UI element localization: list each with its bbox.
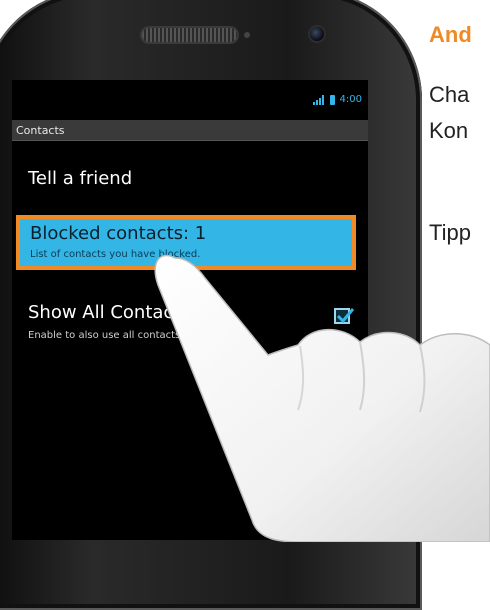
menu-item-subtitle: Enable to also use all contacts bbox=[28, 330, 181, 341]
status-bar: 4:00 bbox=[12, 80, 368, 120]
checkbox-checked-icon bbox=[336, 308, 355, 324]
proximity-sensor bbox=[244, 32, 250, 38]
menu-item-subtitle: List of contacts you have blocked. bbox=[30, 249, 201, 260]
front-camera bbox=[310, 27, 324, 41]
menu-item-title: Tell a friend bbox=[28, 168, 133, 189]
signal-icon bbox=[312, 94, 325, 105]
menu-item-title: Blocked contacts: 1 bbox=[30, 223, 207, 244]
instruction-line-2: Kon bbox=[429, 118, 469, 143]
status-time: 4:00 bbox=[339, 94, 362, 105]
action-bar: Contacts bbox=[12, 120, 368, 141]
menu-item-tell-a-friend[interactable]: Tell a friend bbox=[12, 164, 368, 204]
phone-screen: 4:00 Contacts Tell a friend Blocked cont… bbox=[12, 80, 368, 540]
menu-item-blocked-contacts[interactable]: Blocked contacts: 1 List of contacts you… bbox=[16, 215, 356, 270]
instruction-text-panel: And Cha Kon Tipp bbox=[429, 0, 490, 542]
action-bar-title: Contacts bbox=[16, 124, 65, 137]
show-all-contacts-checkbox[interactable] bbox=[334, 308, 355, 324]
instruction-heading: And bbox=[429, 22, 472, 47]
instruction-line-1: Cha bbox=[429, 82, 470, 107]
instruction-line-3: Tipp bbox=[429, 220, 471, 245]
battery-icon bbox=[329, 94, 335, 105]
earpiece-speaker bbox=[142, 28, 237, 42]
phone-device: 4:00 Contacts Tell a friend Blocked cont… bbox=[0, 0, 422, 610]
status-indicators: 4:00 bbox=[312, 94, 362, 105]
menu-item-show-all-contacts[interactable]: Show All Contacts Enable to also use all… bbox=[12, 302, 368, 352]
menu-item-title: Show All Contacts bbox=[28, 302, 190, 323]
